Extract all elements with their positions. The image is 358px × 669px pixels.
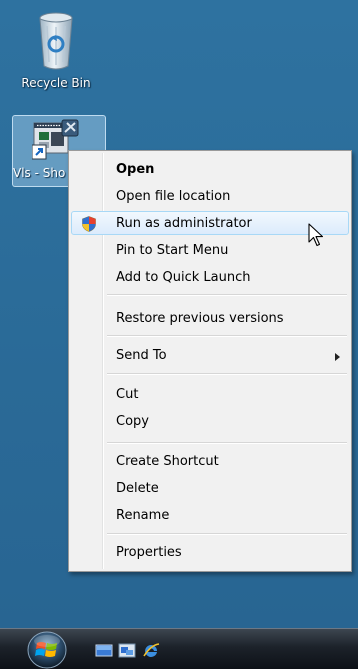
menu-item-add-to-quick-launch[interactable]: Add to Quick Launch [71,265,349,289]
menu-item-restore-previous-versions[interactable]: Restore previous versions [71,306,349,330]
menu-item-create-shortcut[interactable]: Create Shortcut [71,449,349,473]
menu-item-open-file-location[interactable]: Open file location [71,184,349,208]
menu-item-rename[interactable]: Rename [71,503,349,527]
menu-item-open[interactable]: Open [71,157,349,181]
menu-item-send-to[interactable]: Send To [71,343,349,367]
menu-item-label: Copy [116,414,149,429]
recycle-bin-icon [34,10,78,72]
menu-item-cut[interactable]: Cut [71,382,349,406]
start-button[interactable] [25,631,69,669]
menu-separator [107,335,347,337]
recycle-bin-label: Recycle Bin [21,76,91,90]
menu-separator [107,294,347,296]
menu-item-label: Restore previous versions [116,311,284,326]
menu-item-properties[interactable]: Properties [71,540,349,564]
menu-item-label: Open [116,162,155,177]
menu-item-label: Properties [116,545,182,560]
menu-item-label: Add to Quick Launch [116,270,251,285]
submenu-arrow-icon [335,353,340,361]
switch-windows-icon[interactable] [118,643,136,659]
menu-separator [107,533,347,535]
menu-item-label: Pin to Start Menu [116,243,229,258]
uac-shield-icon [82,216,96,232]
menu-item-label: Cut [116,387,139,402]
menu-item-delete[interactable]: Delete [71,476,349,500]
menu-separator [107,373,347,375]
internet-explorer-icon[interactable] [142,643,160,659]
menu-item-label: Create Shortcut [116,454,219,469]
menu-item-label: Rename [116,508,170,523]
recycle-bin-shortcut[interactable]: Recycle Bin [10,10,102,90]
menu-item-label: Delete [116,481,159,496]
menu-item-copy[interactable]: Copy [71,409,349,433]
menu-item-label: Open file location [116,189,231,204]
menu-separator [107,442,347,444]
menu-item-label: Run as administrator [116,216,252,231]
vls-shortcut-label: Vls - Sho [13,166,66,180]
menu-item-label: Send To [116,348,167,363]
windows-orb-icon [27,631,67,669]
context-menu: Open Open file location Run as administr… [68,150,352,572]
show-desktop-icon[interactable] [95,643,113,659]
mouse-pointer-icon [308,223,326,249]
